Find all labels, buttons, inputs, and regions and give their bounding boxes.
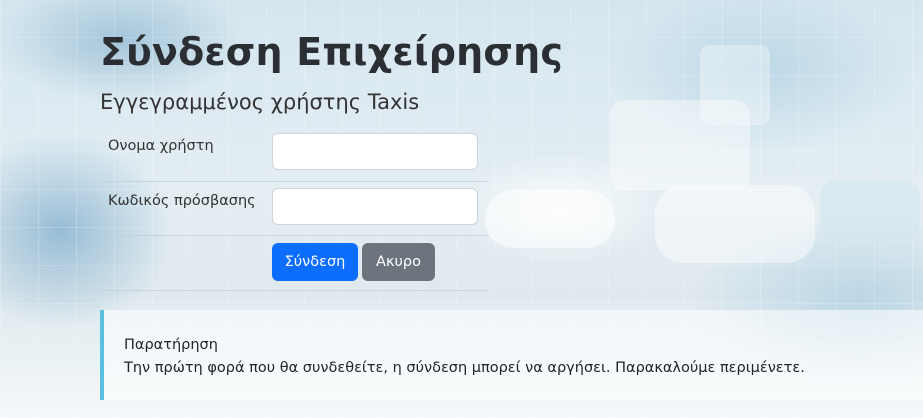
page-subtitle: Εγγεγραμμένος χρήστης Taxis bbox=[100, 90, 420, 114]
password-input[interactable] bbox=[272, 188, 478, 225]
notice-title: Παρατήρηση bbox=[124, 337, 218, 353]
cancel-button[interactable]: Ακυρο bbox=[362, 243, 435, 281]
username-row: Ονομα χρήστη bbox=[100, 126, 488, 182]
login-button[interactable]: Σύνδεση bbox=[272, 243, 358, 281]
notice-callout: Παρατήρηση Την πρώτη φορά που θα συνδεθε… bbox=[100, 310, 923, 400]
username-input[interactable] bbox=[272, 133, 478, 170]
password-label: Κωδικός πρόσβασης bbox=[108, 193, 256, 209]
password-row: Κωδικός πρόσβασης bbox=[100, 181, 488, 236]
actions-row: Σύνδεση Ακυρο bbox=[100, 235, 488, 291]
notice-text: Την πρώτη φορά που θα συνδεθείτε, η σύνδ… bbox=[124, 360, 805, 376]
username-label: Ονομα χρήστη bbox=[108, 138, 214, 154]
login-container: Σύνδεση Επιχείρησης Εγγεγραμμένος χρήστη… bbox=[100, 0, 923, 418]
page-title: Σύνδεση Επιχείρησης bbox=[100, 30, 564, 74]
